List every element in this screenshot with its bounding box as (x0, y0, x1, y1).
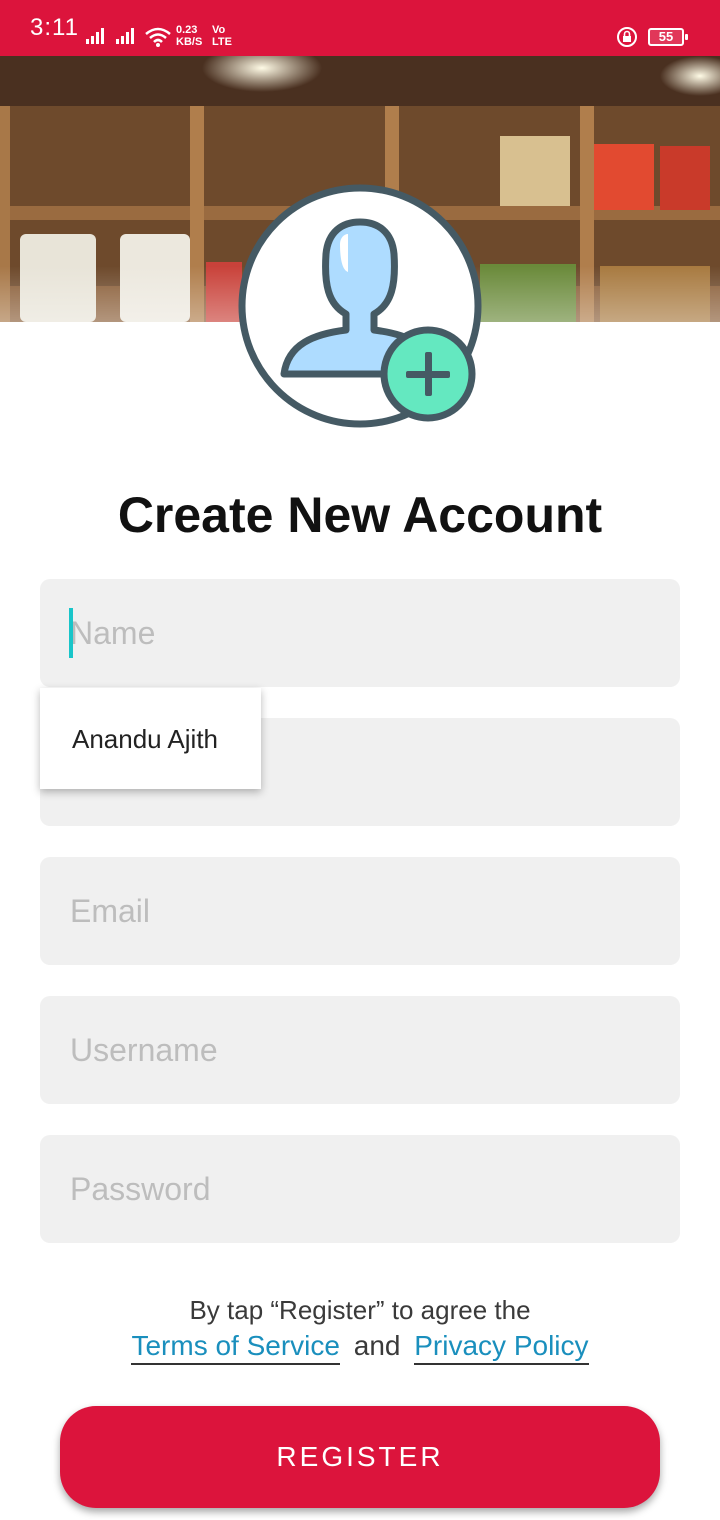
name-field-container (40, 579, 680, 687)
volte-indicator: Vo LTE (212, 24, 232, 48)
volte-top: Vo (212, 24, 226, 36)
terms-and-text: and (353, 1330, 401, 1361)
wifi-icon (145, 27, 171, 47)
net-speed-value: 0.23 (176, 24, 198, 36)
username-field[interactable] (70, 996, 650, 1104)
battery-icon: 55 (648, 28, 688, 46)
status-time: 3:11 (30, 14, 79, 41)
email-field[interactable] (70, 857, 650, 965)
text-cursor (69, 608, 73, 658)
net-speed-unit: KB/S (176, 36, 203, 48)
name-field[interactable] (70, 579, 650, 687)
username-field-container (40, 996, 680, 1104)
page-title: Create New Account (117, 487, 603, 543)
password-field-container (40, 1135, 680, 1243)
password-field[interactable] (70, 1135, 650, 1243)
autofill-suggestion[interactable]: Anandu Ajith (72, 724, 218, 755)
add-user-icon[interactable] (236, 184, 484, 432)
terms-of-service-link[interactable]: Terms of Service (131, 1330, 340, 1365)
net-speed: 0.23 KB/S (176, 24, 202, 48)
privacy-policy-link[interactable]: Privacy Policy (414, 1330, 589, 1365)
email-field-container (40, 857, 680, 965)
status-bar: 3:11 0.23 KB/S Vo LTE 55 (0, 0, 720, 56)
register-button[interactable]: REGISTER (60, 1406, 660, 1508)
signal-icon (86, 28, 104, 44)
volte-bottom: LTE (212, 36, 232, 48)
terms-text: By tap “Register” to agree the (189, 1295, 531, 1325)
terms-links: Terms of Service and Privacy Policy (0, 1330, 720, 1365)
signal-icon-2 (116, 28, 134, 44)
rotation-lock-icon (617, 27, 637, 47)
autofill-dropdown[interactable]: Anandu Ajith (40, 688, 261, 789)
